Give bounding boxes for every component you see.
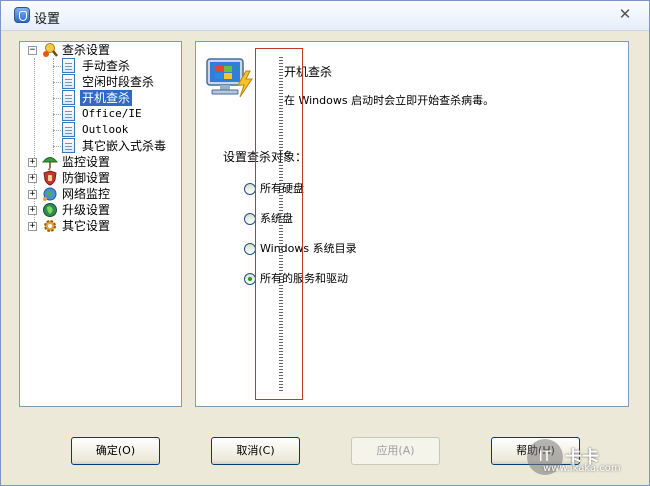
tree-item-label: 手动查杀 [82, 59, 131, 73]
shield-icon [14, 7, 30, 23]
tree-item-label: 升级设置 [62, 203, 111, 217]
network-globe-icon [42, 186, 58, 202]
monitor-lightning-icon [206, 57, 254, 99]
expand-icon[interactable]: + [28, 222, 37, 231]
close-icon: ✕ [618, 5, 632, 23]
tree-item-embedded-scan[interactable]: 其它嵌入式杀毒 [20, 138, 180, 154]
tree-item-manual-scan[interactable]: 手动查杀 [20, 58, 180, 74]
ikaka-watermark: IT 卡卡 www.ikaka.com [527, 439, 637, 477]
settings-tree[interactable]: − 查杀设置 手动查杀 空闲时段查杀 开机查杀 Office/IE Outloo… [19, 41, 182, 407]
expand-icon[interactable]: + [28, 206, 37, 215]
document-icon [62, 90, 75, 105]
document-icon [62, 58, 75, 73]
tree-item-outlook[interactable]: Outlook [20, 122, 180, 138]
close-button[interactable]: ✕ [616, 5, 634, 23]
tree-item-label: 查杀设置 [62, 43, 111, 57]
settings-dialog: 设置 ✕ − 查杀设置 手动查杀 空闲时段查杀 开机查杀 Office/IE O… [0, 0, 650, 486]
tree-item-defense-settings[interactable]: + 防御设置 [20, 170, 180, 186]
tree-item-label: 空闲时段查杀 [82, 75, 155, 89]
gear-icon [42, 218, 58, 234]
tree-item-other-settings[interactable]: + 其它设置 [20, 218, 180, 234]
tree-item-update-settings[interactable]: + 升级设置 [20, 202, 180, 218]
umbrella-icon [41, 154, 59, 170]
tree-item-label: 其它设置 [62, 219, 111, 233]
tree-item-boot-scan[interactable]: 开机查杀 [20, 90, 180, 106]
tree-item-label: 网络监控 [62, 187, 111, 201]
tree-item-label-selected: 开机查杀 [80, 90, 133, 106]
document-icon [62, 122, 75, 137]
title-bar[interactable]: 设置 ✕ [1, 1, 649, 31]
globe-update-icon [42, 202, 58, 218]
tree-item-network-monitor[interactable]: + 网络监控 [20, 186, 180, 202]
tree-item-office-ie[interactable]: Office/IE [20, 106, 180, 122]
expand-icon[interactable]: + [28, 158, 37, 167]
red-annotation-box [255, 48, 303, 400]
magnifier-icon [42, 42, 58, 58]
document-icon [62, 74, 75, 89]
expand-icon[interactable]: + [28, 190, 37, 199]
document-icon [62, 106, 75, 121]
collapse-icon[interactable]: − [28, 46, 37, 55]
shield-hand-icon [42, 170, 58, 186]
apply-button[interactable]: 应用(A) [351, 437, 440, 465]
tree-item-monitor-settings[interactable]: + 监控设置 [20, 154, 180, 170]
cancel-button[interactable]: 取消(C) [211, 437, 300, 465]
tree-item-scan-settings[interactable]: − 查杀设置 [20, 42, 180, 58]
ok-button[interactable]: 确定(O) [71, 437, 160, 465]
tree-item-label: 其它嵌入式杀毒 [82, 139, 167, 153]
tree-item-label: 监控设置 [62, 155, 111, 169]
tree-item-label: 防御设置 [62, 171, 111, 185]
tree-item-label: Outlook [82, 123, 129, 136]
document-icon [62, 138, 75, 153]
tree-item-idle-scan[interactable]: 空闲时段查杀 [20, 74, 180, 90]
window-title: 设置 [34, 12, 61, 27]
tree-item-label: Office/IE [82, 107, 142, 120]
watermark-url: www.ikaka.com [543, 463, 621, 474]
section-description: 在 Windows 启动时会立即开始查杀病毒。 [284, 94, 495, 107]
expand-icon[interactable]: + [28, 174, 37, 183]
